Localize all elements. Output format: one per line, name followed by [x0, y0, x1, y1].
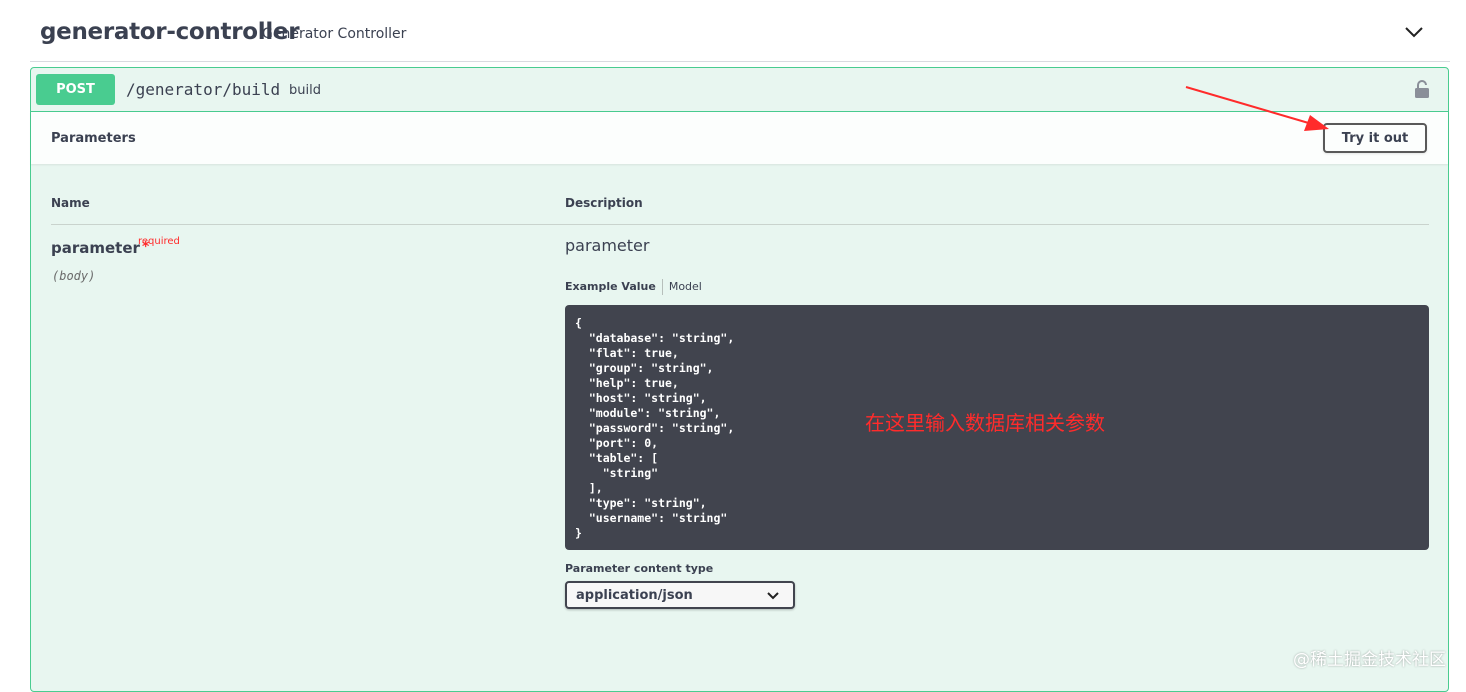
tab-example-value[interactable]: Example Value [565, 280, 656, 293]
parameter-name: parameter * [51, 239, 149, 257]
content-type-value: application/json [576, 588, 693, 603]
parameter-description: parameter [565, 236, 650, 255]
content-type-select[interactable]: application/json [565, 581, 795, 609]
required-label: required [138, 236, 180, 247]
example-model-tabs: Example Value Model [565, 279, 702, 295]
tab-divider [661, 279, 663, 295]
parameters-title: Parameters [51, 131, 136, 146]
parameters-header: Parameters Try it out [31, 112, 1448, 164]
chevron-down-icon [767, 592, 779, 600]
try-it-out-button[interactable]: Try it out [1323, 123, 1427, 153]
column-header-description: Description [565, 196, 643, 210]
tag-description: Generator Controller [262, 26, 407, 42]
tab-model[interactable]: Model [669, 280, 702, 293]
annotation-text: 在这里输入数据库相关参数 [865, 411, 1105, 435]
watermark: @稀土掘金技术社区 [1293, 650, 1446, 670]
parameter-name-text: parameter [51, 239, 140, 257]
operation-path: /generator/build [126, 80, 281, 99]
operation-summary-text: build [289, 83, 321, 98]
parameter-location: (body) [52, 269, 96, 283]
method-badge: POST [36, 74, 115, 105]
content-type-label: Parameter content type [565, 562, 714, 575]
lock-icon[interactable] [1414, 79, 1430, 99]
example-value-code[interactable]: { "database": "string", "flat": true, "g… [565, 305, 1429, 550]
operation-summary[interactable]: POST /generator/build build [31, 68, 1448, 112]
tag-header[interactable]: generator-controller Generator Controlle… [30, 0, 1450, 62]
header-divider [51, 224, 1429, 225]
chevron-down-icon[interactable] [1404, 22, 1424, 42]
tag-title: generator-controller [40, 19, 300, 45]
column-header-name: Name [51, 196, 90, 210]
operation-block: POST /generator/build build Parameters T… [30, 67, 1449, 692]
